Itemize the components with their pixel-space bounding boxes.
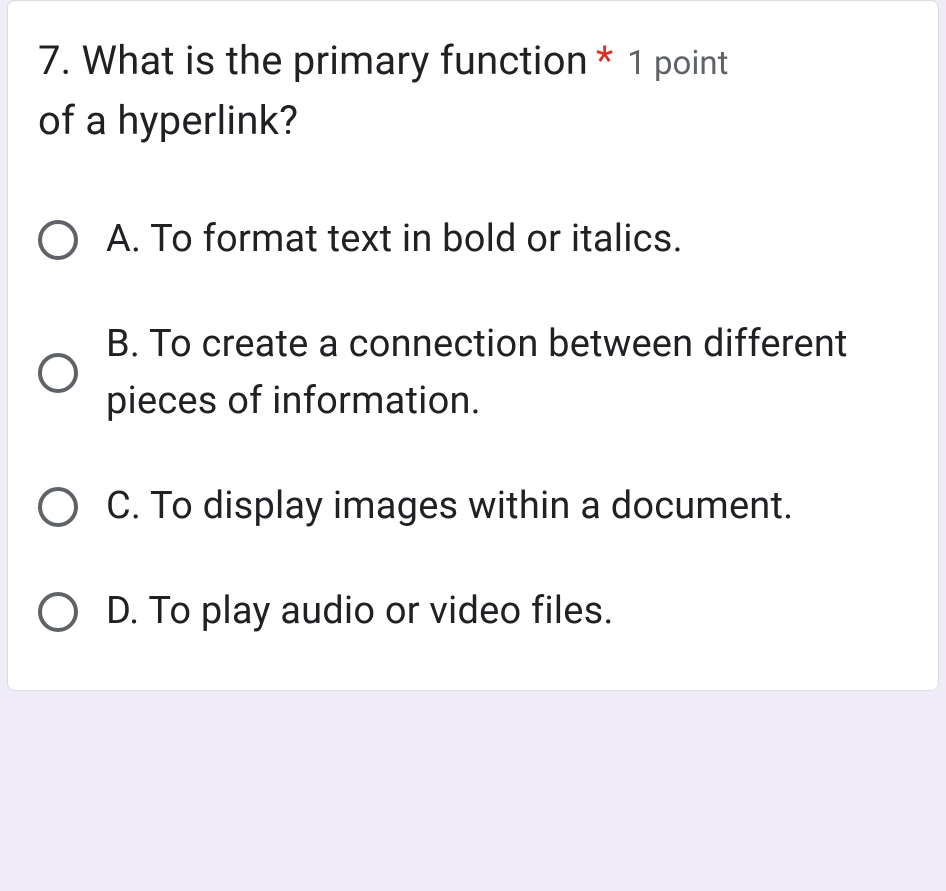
question-card: 7. What is the primary function * 1 poin… <box>7 0 939 691</box>
option-c[interactable]: C. To display images within a document. <box>38 478 908 535</box>
options-container: A. To format text in bold or italics. B.… <box>38 211 908 640</box>
question-text-line2: of a hyperlink? <box>38 91 298 151</box>
radio-icon[interactable] <box>38 592 78 632</box>
question-text-line1: 7. What is the primary function <box>38 31 588 91</box>
option-b[interactable]: B. To create a connection between differ… <box>38 316 908 430</box>
points-label: 1 point <box>627 44 728 83</box>
question-header: 7. What is the primary function * 1 poin… <box>38 31 908 151</box>
option-label: A. To format text in bold or italics. <box>106 211 683 268</box>
option-label: D. To play audio or video files. <box>106 583 614 640</box>
radio-icon[interactable] <box>38 353 78 393</box>
radio-icon[interactable] <box>38 220 78 260</box>
question-line-wrap: 7. What is the primary function * 1 poin… <box>38 31 908 91</box>
required-asterisk: * <box>596 37 613 84</box>
option-a[interactable]: A. To format text in bold or italics. <box>38 211 908 268</box>
option-label: B. To create a connection between differ… <box>106 316 908 430</box>
option-label: C. To display images within a document. <box>106 478 793 535</box>
option-d[interactable]: D. To play audio or video files. <box>38 583 908 640</box>
radio-icon[interactable] <box>38 487 78 527</box>
